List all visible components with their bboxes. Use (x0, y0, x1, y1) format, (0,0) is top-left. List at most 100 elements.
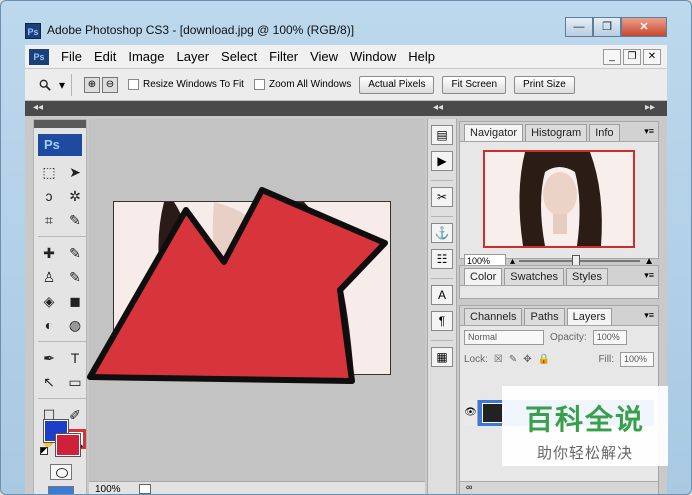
panel-menu-icon[interactable]: ▾≡ (644, 310, 654, 321)
brushes-panel-icon[interactable]: ⚓ (431, 223, 453, 243)
history-panel-icon[interactable]: ▤ (431, 125, 453, 145)
blend-mode-select[interactable]: Normal (464, 329, 544, 345)
navigator-zoom-slider[interactable] (519, 255, 641, 266)
actual-pixels-button[interactable]: Actual Pixels (359, 75, 435, 94)
layers-tabs: Channels Paths Layers ▾≡ (460, 306, 658, 326)
document-canvas[interactable] (113, 201, 391, 375)
tools-panel-header[interactable] (34, 120, 86, 128)
menu-view[interactable]: View (304, 49, 344, 64)
doc-minimize-button[interactable]: _ (603, 48, 621, 65)
zoom-readout[interactable]: 100% (95, 484, 121, 495)
divider (71, 73, 72, 96)
tab-info[interactable]: Info (589, 124, 620, 141)
opacity-field[interactable]: 100% (592, 329, 627, 345)
fill-field[interactable]: 100% (620, 351, 654, 367)
crop-tool-icon[interactable]: ⌗ (38, 210, 60, 230)
blur-tool-icon[interactable]: ◍ (64, 315, 86, 335)
fit-screen-button[interactable]: Fit Screen (442, 75, 507, 94)
quick-mask-icon[interactable] (50, 464, 72, 480)
eraser-tool-icon[interactable]: ◈ (38, 291, 60, 311)
tab-color[interactable]: Color (464, 268, 503, 285)
slice-tool-icon[interactable]: ✎ (64, 210, 86, 230)
default-colors-icon[interactable] (40, 447, 48, 455)
navigator-preview[interactable] (483, 150, 635, 248)
move-tool-icon[interactable]: ➤ (64, 162, 86, 182)
color-tabs: Color Swatches Styles ▾≡ (460, 266, 658, 286)
magic-wand-tool-icon[interactable]: ✲ (64, 186, 86, 206)
window-controls: — ❐ ✕ (565, 17, 667, 37)
history-brush-tool-icon[interactable]: ✎ (64, 267, 86, 287)
tab-navigator[interactable]: Navigator (464, 124, 524, 141)
expand-panels-icon[interactable]: ▸▸ (645, 102, 655, 113)
layer-comps-panel-icon[interactable]: ▦ (431, 347, 453, 367)
divider (38, 398, 86, 399)
resize-windows-checkbox[interactable]: Resize Windows To Fit (128, 79, 244, 90)
menu-image[interactable]: Image (122, 49, 170, 64)
menu-edit[interactable]: Edit (88, 49, 122, 64)
close-button[interactable]: ✕ (621, 17, 667, 37)
print-size-button[interactable]: Print Size (514, 75, 575, 94)
collapse-left-icon[interactable]: ◂◂ (33, 102, 43, 113)
doc-restore-button[interactable]: ❐ (623, 48, 641, 65)
menu-help[interactable]: Help (402, 49, 441, 64)
tools-panel: Ps ⬚ ➤ ↄ ✲ ⌗ ✎ ✚ ✎ ♙ ✎ ◈ ◼ ◐ ◍ ✒ T ↖ ▭ ☐… (33, 119, 87, 494)
menu-select[interactable]: Select (215, 49, 263, 64)
menu-layer[interactable]: Layer (171, 49, 216, 64)
clone-stamp-tool-icon[interactable]: ♙ (38, 267, 60, 287)
lock-label: Lock: (464, 353, 488, 365)
checkbox-box[interactable] (128, 79, 139, 90)
doc-close-button[interactable]: ✕ (643, 48, 661, 65)
checkbox-box[interactable] (253, 79, 265, 90)
shape-tool-icon[interactable]: ▭ (64, 372, 86, 392)
eye-icon[interactable]: 👁 (464, 400, 478, 426)
lasso-tool-icon[interactable]: ↄ (38, 186, 60, 206)
chevron-down-icon: ▾ (58, 77, 65, 92)
dodge-tool-icon[interactable]: ◐ (38, 315, 60, 335)
menu-file[interactable]: File (55, 49, 88, 64)
divider (38, 341, 86, 342)
document-info-icon[interactable] (138, 484, 151, 494)
marquee-tool-icon[interactable]: ⬚ (38, 162, 60, 182)
opacity-label: Opacity: (550, 331, 587, 343)
checkbox-label: Zoom All Windows (268, 79, 352, 90)
tab-paths[interactable]: Paths (524, 308, 565, 325)
tool-preset-picker[interactable]: ▾ (25, 78, 65, 92)
panel-menu-icon[interactable]: ▾≡ (644, 126, 654, 137)
zoom-all-windows-checkbox[interactable]: Zoom All Windows (253, 79, 352, 90)
background-color-swatch[interactable] (55, 433, 81, 457)
zoom-out-icon[interactable]: ⊖ (102, 76, 118, 93)
maximize-button[interactable]: ❐ (593, 17, 621, 37)
type-tool-icon[interactable]: T (64, 348, 86, 368)
lock-position-icon[interactable]: ✥ (523, 354, 531, 365)
tool-presets-panel-icon[interactable]: ✂ (431, 187, 453, 207)
character-panel-icon[interactable]: A (431, 285, 453, 305)
ps-menu-icon[interactable]: Ps (29, 48, 49, 65)
tab-swatches[interactable]: Swatches (504, 268, 564, 285)
menu-window[interactable]: Window (344, 49, 402, 64)
collapse-dock-icon[interactable]: ◂◂ (433, 102, 443, 113)
gradient-tool-icon[interactable]: ◼ (64, 291, 86, 311)
menu-bar: Ps File Edit Image Layer Select Filter V… (25, 45, 667, 69)
clone-source-panel-icon[interactable]: ☷ (431, 249, 453, 269)
menu-filter[interactable]: Filter (263, 49, 304, 64)
lock-transparency-icon[interactable]: ☒ (494, 354, 503, 365)
path-selection-tool-icon[interactable]: ↖ (38, 372, 60, 392)
healing-brush-tool-icon[interactable]: ✚ (38, 243, 60, 263)
tab-styles[interactable]: Styles (566, 268, 608, 285)
screen-mode-icon[interactable] (48, 486, 74, 494)
lock-all-icon[interactable]: 🔒 (538, 354, 550, 365)
pen-tool-icon[interactable]: ✒ (38, 348, 60, 368)
minimize-button[interactable]: — (565, 17, 593, 37)
tab-channels[interactable]: Channels (464, 308, 523, 325)
tab-layers[interactable]: Layers (566, 308, 612, 325)
lock-row: Lock: ☒ ✎ ✥ 🔒 Fill: 100% (460, 348, 658, 370)
tab-histogram[interactable]: Histogram (525, 124, 588, 141)
brush-tool-icon[interactable]: ✎ (64, 243, 86, 263)
panel-menu-icon[interactable]: ▾≡ (644, 270, 654, 281)
actions-panel-icon[interactable]: ▶ (431, 151, 453, 171)
paragraph-panel-icon[interactable]: ¶ (431, 311, 453, 331)
zoom-mode-group: ⊕ ⊖ (84, 76, 118, 93)
link-layers-icon[interactable]: ∞ (466, 482, 472, 492)
zoom-in-icon[interactable]: ⊕ (84, 76, 100, 93)
lock-pixels-icon[interactable]: ✎ (509, 354, 517, 365)
